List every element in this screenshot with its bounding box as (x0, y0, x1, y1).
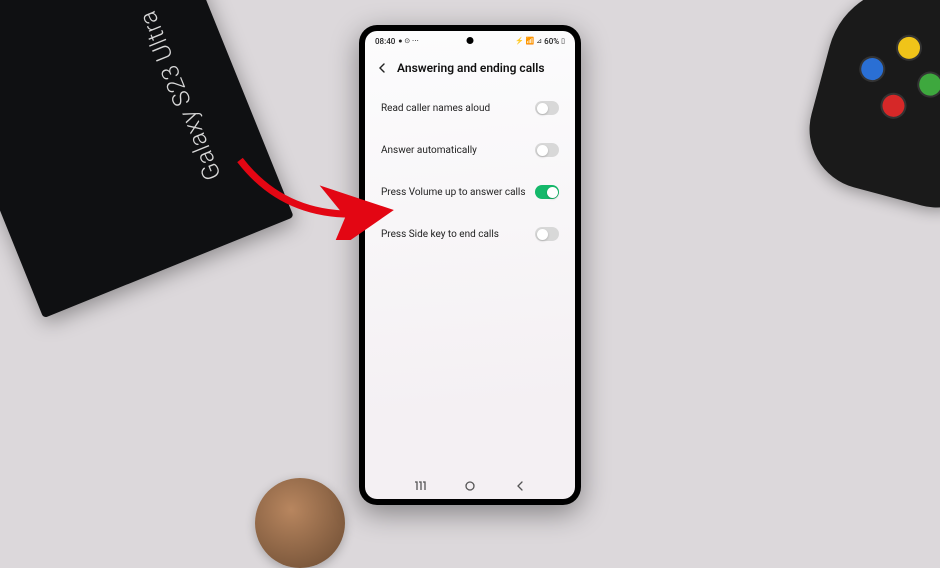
page-header: Answering and ending calls (365, 51, 575, 87)
setting-label: Read caller names aloud (381, 103, 535, 114)
back-icon[interactable] (377, 63, 387, 73)
game-controller (796, 0, 940, 221)
controller-a-button (914, 69, 940, 101)
setting-label: Press Volume up to answer calls (381, 187, 535, 198)
settings-list: Read caller names aloud Answer automatic… (365, 87, 575, 255)
galaxy-box: Galaxy S23 Ultra (0, 0, 294, 318)
nav-bar (365, 473, 575, 499)
setting-label: Answer automatically (381, 145, 535, 156)
status-battery-pct: 60% (544, 37, 559, 46)
toggle-answer-automatically[interactable] (535, 143, 559, 157)
controller-y-button (893, 32, 925, 64)
box-product-name: Galaxy S23 Ultra (133, 7, 227, 185)
nav-home-button[interactable] (463, 479, 477, 493)
page-title: Answering and ending calls (397, 61, 545, 75)
toggle-side-key-end[interactable] (535, 227, 559, 241)
status-time: 08:40 (375, 37, 395, 46)
setting-side-key-end[interactable]: Press Side key to end calls (367, 213, 573, 255)
phone-screen: 08:40 ● ⊙ ⋯ ⚡ 📶 ⊿ 60% ▯ Answering and en… (365, 31, 575, 499)
wooden-knob (255, 478, 345, 568)
camera-hole (467, 37, 474, 44)
controller-b-button (878, 90, 910, 122)
nav-recents-button[interactable] (413, 479, 427, 493)
setting-label: Press Side key to end calls (381, 229, 535, 240)
controller-x-button (856, 53, 888, 85)
phone-device: 08:40 ● ⊙ ⋯ ⚡ 📶 ⊿ 60% ▯ Answering and en… (359, 25, 581, 505)
battery-icon: ▯ (561, 37, 565, 45)
toggle-read-caller-names[interactable] (535, 101, 559, 115)
setting-read-caller-names[interactable]: Read caller names aloud (367, 87, 573, 129)
status-right-icons: ⚡ 📶 ⊿ (515, 37, 542, 45)
setting-answer-automatically[interactable]: Answer automatically (367, 129, 573, 171)
status-left-icons: ● ⊙ ⋯ (398, 37, 419, 45)
nav-back-button[interactable] (513, 479, 527, 493)
toggle-volume-up-answer[interactable] (535, 185, 559, 199)
setting-volume-up-answer[interactable]: Press Volume up to answer calls (367, 171, 573, 213)
